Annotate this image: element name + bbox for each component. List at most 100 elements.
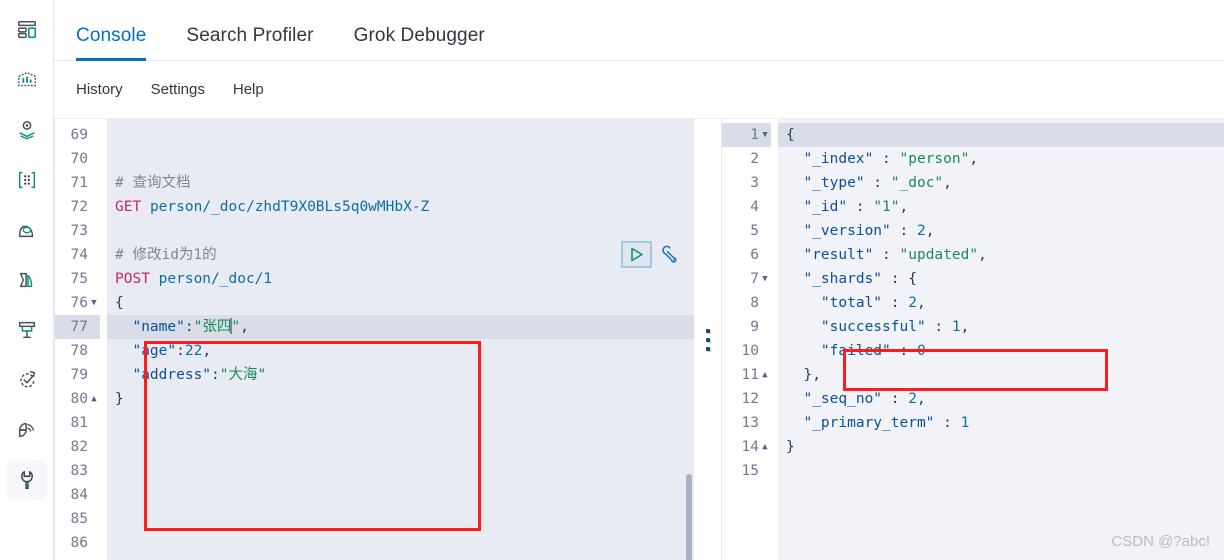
gutter-line: 3 [750, 175, 759, 191]
code-token: "total" [820, 295, 883, 311]
fold-up-icon[interactable]: ▲ [88, 387, 100, 411]
logs-icon [16, 269, 38, 291]
wrench-icon [16, 469, 38, 491]
code-token: 2 [916, 223, 926, 239]
sidebar-item-uptime[interactable] [7, 360, 47, 400]
console-split: 6970717273747576▼77787980▲81828384858687… [54, 119, 1224, 560]
code-token: "大海" [219, 367, 267, 383]
send-request-button[interactable] [621, 241, 652, 268]
fold-down-icon[interactable]: ▼ [759, 123, 771, 147]
gutter-line: 12 [741, 391, 759, 407]
fold-down-icon[interactable]: ▼ [88, 291, 100, 315]
code-token: 2 [908, 391, 917, 407]
code-token: "张四 [193, 319, 232, 335]
code-token: "address" [132, 367, 212, 383]
open-docs-button[interactable] [656, 242, 682, 268]
submenu-settings[interactable]: Settings [151, 81, 205, 98]
code-token: : [934, 415, 961, 431]
gutter-line: 83 [70, 463, 88, 479]
code-token: } [115, 391, 124, 407]
submenu-help[interactable]: Help [233, 81, 264, 98]
code-token: "successful" [820, 319, 926, 335]
gutter-line: 15 [741, 463, 759, 479]
code-line: "_index" : "person", [778, 147, 1224, 171]
code-token: "_version" [803, 223, 891, 239]
sidebar-item-maps[interactable] [7, 110, 47, 150]
code-line: "total" : 2, [778, 291, 1224, 315]
gutter-line: 86 [70, 535, 88, 551]
code-token: "_seq_no" [803, 391, 883, 407]
sidebar-item-graph[interactable] [7, 210, 47, 250]
code-line: "_shards" : { [778, 267, 1224, 291]
code-token: , [916, 391, 926, 407]
request-editor[interactable]: # 查询文档 GET person/_doc/zhdT9X0BLs5q0wMHbX… [107, 119, 694, 560]
code-token: "failed" [820, 343, 891, 359]
request-scrollbar[interactable] [686, 474, 692, 560]
uptime-icon [16, 369, 38, 391]
code-line: GET person/_doc/zhdT9X0BLs5q0wMHbX-Z [107, 195, 694, 219]
gutter-line: 6 [750, 247, 759, 263]
code-token: , [916, 295, 926, 311]
sidebar-item-machine-learning[interactable] [7, 160, 47, 200]
code-token: "_id" [803, 199, 848, 215]
code-line: } [778, 435, 1224, 459]
gutter-line: 9 [750, 319, 759, 335]
code-token: "1" [873, 199, 900, 215]
code-line: "result" : "updated", [778, 243, 1224, 267]
fold-up-icon[interactable]: ▲ [759, 435, 771, 459]
code-token: # 修改id为1的 [115, 247, 217, 263]
sidebar-item-canvas[interactable] [7, 60, 47, 100]
gutter-line: 74 [70, 247, 88, 263]
global-sidebar-nav [0, 0, 54, 560]
code-token: { [786, 127, 795, 143]
gutter-line: 70 [70, 151, 88, 167]
code-token: person/_doc/zhdT9X0BLs5q0wMHbX-Z [149, 199, 430, 215]
code-token: : [890, 343, 917, 359]
sidebar-item-metrics[interactable] [7, 310, 47, 350]
sidebar-item-dev-tools[interactable] [6, 460, 47, 500]
sidebar-item-apm[interactable] [7, 410, 47, 450]
code-token: person/_doc/1 [158, 271, 273, 287]
gutter-line: 84 [70, 487, 88, 503]
tab-grok-debugger[interactable]: Grok Debugger [354, 25, 485, 60]
code-token: "person" [899, 151, 970, 167]
code-line: # 查询文档 [107, 171, 694, 195]
metrics-icon [16, 319, 38, 341]
gutter-line: 13 [741, 415, 759, 431]
tab-console[interactable]: Console [76, 25, 147, 61]
maps-icon [16, 119, 38, 141]
wrench-docs-icon [662, 245, 677, 263]
code-token: "updated" [899, 247, 979, 263]
tab-search-profiler[interactable]: Search Profiler [186, 25, 313, 60]
fold-up-icon[interactable]: ▲ [759, 363, 771, 387]
fold-down-icon[interactable]: ▼ [759, 267, 771, 291]
sidebar-item-dashboard[interactable] [7, 10, 47, 50]
code-line: "age":22, [107, 339, 694, 363]
code-token: , [960, 319, 970, 335]
request-editor-pane[interactable]: 69 70 71 72 73 74 75 76▼77 78 79 80▲ 81 82 83 84 85 86 87… [54, 119, 694, 560]
code-line: "address":"大海" [107, 363, 694, 387]
dev-tools-tabs: Console Search Profiler Grok Debugger [54, 0, 1224, 61]
code-line: "_primary_term" : 1 [778, 411, 1224, 435]
machine-learning-icon [16, 169, 38, 191]
grip-dots-icon [705, 328, 710, 351]
response-viewer[interactable]: { "_index" : "person", "_type" : "_doc",… [778, 119, 1224, 560]
code-token: "_type" [803, 175, 865, 191]
code-token: 22 [184, 343, 203, 359]
code-line: "_seq_no" : 2, [778, 387, 1224, 411]
submenu-history[interactable]: History [76, 81, 123, 98]
code-token: "_index" [803, 151, 874, 167]
pane-resize-handle[interactable] [694, 119, 722, 560]
code-token: , [202, 343, 212, 359]
response-pane[interactable]: 1 ▼ 2 3 4 5 6 7 ▼ 8 9 10 11 ▲ 12 13 14 ▲ 15 { "_index" : "… [722, 119, 1224, 560]
sidebar-item-logs[interactable] [7, 260, 47, 300]
